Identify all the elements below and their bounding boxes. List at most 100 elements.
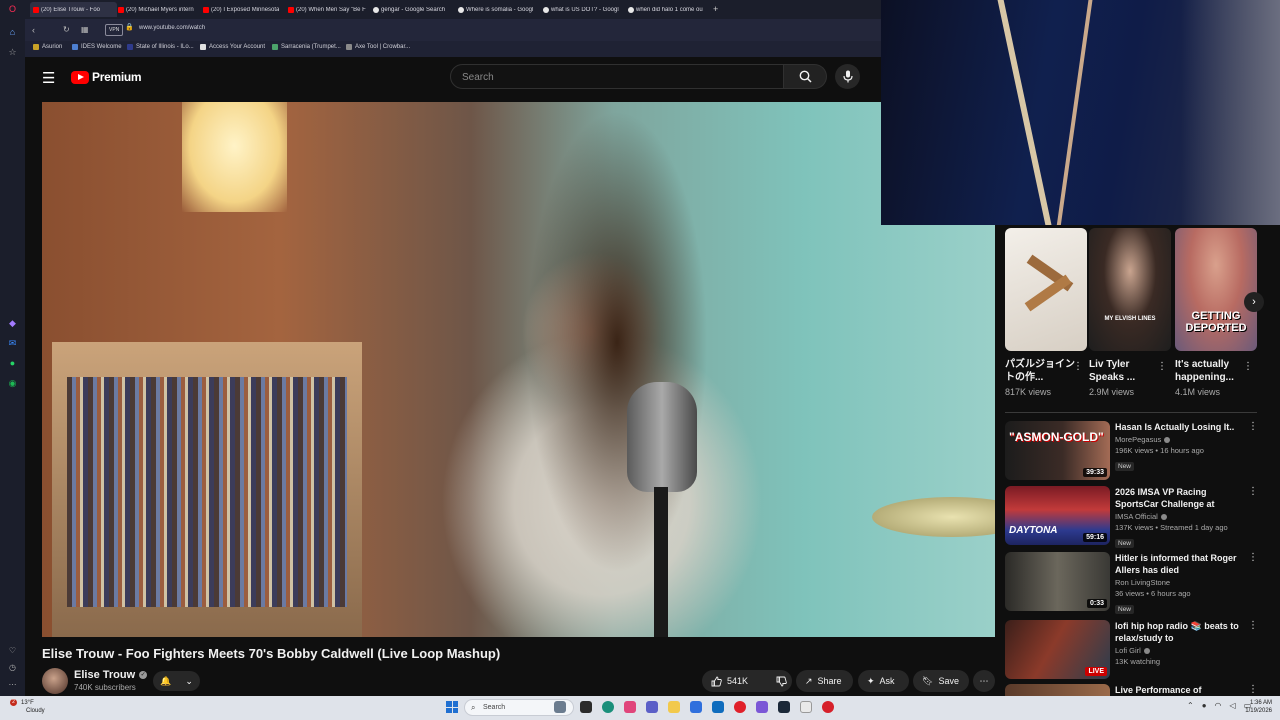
- outlook-icon[interactable]: [712, 701, 724, 713]
- opera-icon[interactable]: [734, 701, 746, 713]
- recommended-video[interactable]: 0:33 Hitler is informed that Roger Aller…: [1005, 552, 1267, 614]
- windows-start-icon[interactable]: [446, 701, 458, 713]
- video-thumbnail[interactable]: DAYTONA 59:16: [1005, 486, 1110, 545]
- video-title[interactable]: Live Performance of Paramore's: [1115, 684, 1250, 696]
- url-field[interactable]: www.youtube.com/watch: [139, 25, 205, 31]
- video-title[interactable]: lofi hip hop radio 📚 beats to relax/stud…: [1115, 620, 1250, 644]
- channel-name[interactable]: Elise Trouw ✓: [74, 669, 148, 681]
- task-view-icon[interactable]: [554, 701, 566, 713]
- more-vertical-icon[interactable]: ⋮: [1248, 421, 1258, 432]
- discord-icon[interactable]: [756, 701, 768, 713]
- short-thumbnail[interactable]: [1005, 228, 1087, 351]
- more-vertical-icon[interactable]: ⋮: [1248, 486, 1258, 497]
- browser-tab[interactable]: (20) Michael Myers intern: [115, 2, 202, 17]
- voice-search-button[interactable]: [835, 64, 860, 89]
- more-vertical-icon[interactable]: ⋮: [1243, 361, 1253, 372]
- video-thumbnail[interactable]: 0:33: [1005, 552, 1110, 611]
- ask-button[interactable]: ✦ Ask: [858, 670, 909, 692]
- subscribed-notifications-button[interactable]: 🔔 ⌄: [153, 671, 200, 691]
- youtube-logo[interactable]: Premium: [71, 70, 142, 84]
- browser-tab[interactable]: (20) Elise Trouw - Foo: [30, 2, 117, 17]
- weather-widget[interactable]: 2 13°F Cloudy: [10, 699, 45, 715]
- opera-menu-icon[interactable]: O: [7, 4, 18, 15]
- short-item[interactable]: MY ELVISH LINES Liv Tyler Speaks ... ⋮ 2…: [1089, 228, 1171, 397]
- home-icon[interactable]: ⌂: [7, 27, 18, 38]
- bookmark-item[interactable]: Axe Tool | Crowbar...: [346, 44, 410, 50]
- chevron-right-icon[interactable]: ›: [1244, 292, 1264, 312]
- steam-icon[interactable]: [778, 701, 790, 713]
- like-button[interactable]: 541K: [702, 670, 757, 692]
- recommended-video[interactable]: DAYTONA 59:16 2026 IMSA VP Racing Sports…: [1005, 486, 1267, 548]
- video-thumbnail[interactable]: LIVE: [1005, 620, 1110, 679]
- more-vertical-icon[interactable]: ⋮: [1248, 552, 1258, 563]
- recommended-video[interactable]: Live Performance of Paramore's ⋮: [1005, 684, 1267, 696]
- more-vertical-icon[interactable]: ⋮: [1248, 684, 1258, 695]
- bookmark-item[interactable]: Access Your Account: [200, 44, 265, 50]
- lock-icon[interactable]: 🔒: [125, 23, 134, 31]
- more-icon[interactable]: ⋯: [7, 679, 18, 690]
- widgets-icon[interactable]: [580, 701, 592, 713]
- opera-gx-icon[interactable]: [822, 701, 834, 713]
- browser-tab[interactable]: Where is somalia - Googl: [455, 2, 542, 17]
- whatsapp-icon[interactable]: ●: [7, 358, 18, 369]
- wifi-icon[interactable]: ◠: [1215, 701, 1222, 710]
- video-player[interactable]: [42, 102, 995, 637]
- browser-tab[interactable]: what is US DOT? - Googl: [540, 2, 627, 17]
- channel-name[interactable]: Lofi Girl: [1115, 646, 1250, 655]
- picture-in-picture-panel[interactable]: [881, 0, 1280, 225]
- reload-icon[interactable]: ↻: [63, 24, 70, 36]
- video-title[interactable]: 2026 IMSA VP Racing SportsCar Challenge …: [1115, 486, 1250, 510]
- short-item[interactable]: GETTING DEPORTED It's actually happening…: [1175, 228, 1257, 397]
- short-item[interactable]: パズルジョイントの作... ⋮ 817K views: [1005, 228, 1087, 397]
- menu-icon[interactable]: ☰: [42, 69, 55, 87]
- dislike-button[interactable]: [767, 670, 796, 692]
- speed-dial-icon[interactable]: ▦: [81, 24, 89, 36]
- copilot-icon[interactable]: [624, 701, 636, 713]
- teams-icon[interactable]: [646, 701, 658, 713]
- channel-name[interactable]: MorePegasus: [1115, 435, 1250, 444]
- video-title[interactable]: Hitler is informed that Roger Allers has…: [1115, 552, 1250, 576]
- recommended-video[interactable]: "ASMON-GOLD" 39:33 Hasan Is Actually Los…: [1005, 421, 1267, 483]
- chevron-up-icon[interactable]: ⌃: [1187, 701, 1194, 710]
- recommended-video[interactable]: LIVE lofi hip hop radio 📚 beats to relax…: [1005, 620, 1267, 682]
- browser-tab[interactable]: (20) I Exposed Minnesota: [200, 2, 287, 17]
- spotify-icon[interactable]: ◉: [7, 378, 18, 389]
- history-icon[interactable]: ◷: [7, 662, 18, 673]
- more-vertical-icon[interactable]: ⋮: [1248, 620, 1258, 631]
- search-button[interactable]: [784, 64, 827, 89]
- location-icon[interactable]: ●: [1202, 701, 1207, 710]
- browser-tab[interactable]: (20) When Men Say "Be F: [285, 2, 372, 17]
- edge-icon[interactable]: [602, 701, 614, 713]
- aria-icon[interactable]: ◆: [7, 318, 18, 329]
- bookmark-item[interactable]: Asurion: [33, 44, 62, 50]
- system-clock[interactable]: 1:36 AM 1/19/2026: [1240, 699, 1272, 715]
- video-thumbnail[interactable]: [1005, 684, 1110, 696]
- bookmark-item[interactable]: IDES Welcome: [72, 44, 122, 50]
- video-thumbnail[interactable]: "ASMON-GOLD" 39:33: [1005, 421, 1110, 480]
- store-icon[interactable]: [690, 701, 702, 713]
- save-button[interactable]: 🔖︎ Save: [913, 670, 969, 692]
- channel-name[interactable]: Ron LivingStone: [1115, 578, 1250, 587]
- star-icon[interactable]: ☆: [7, 47, 18, 58]
- bookmark-item[interactable]: Sarracenia (Trumpet...: [272, 44, 341, 50]
- app-icon[interactable]: [800, 701, 812, 713]
- browser-tab[interactable]: when did halo 1 come ou: [625, 2, 712, 17]
- file-explorer-icon[interactable]: [668, 701, 680, 713]
- messenger-icon[interactable]: ✉: [7, 338, 18, 349]
- more-vertical-icon[interactable]: ⋮: [1073, 361, 1083, 372]
- share-button[interactable]: ↗ Share: [796, 670, 853, 692]
- heart-icon[interactable]: ♡: [7, 645, 18, 656]
- short-thumbnail[interactable]: GETTING DEPORTED: [1175, 228, 1257, 351]
- search-input[interactable]: Search: [450, 64, 784, 89]
- video-title[interactable]: Hasan Is Actually Losing It..: [1115, 421, 1250, 433]
- bookmark-item[interactable]: State of Illinois - ILo...: [127, 44, 194, 50]
- short-thumbnail[interactable]: MY ELVISH LINES: [1089, 228, 1171, 351]
- more-actions-button[interactable]: ⋯: [973, 670, 995, 692]
- volume-icon[interactable]: ◁: [1230, 701, 1236, 710]
- back-icon[interactable]: ‹: [32, 24, 35, 36]
- more-vertical-icon[interactable]: ⋮: [1157, 361, 1167, 372]
- browser-tab[interactable]: gengar - Google Search: [370, 2, 457, 17]
- vpn-badge[interactable]: VPN: [105, 24, 124, 36]
- channel-avatar[interactable]: [42, 668, 68, 694]
- channel-name[interactable]: IMSA Official: [1115, 512, 1250, 521]
